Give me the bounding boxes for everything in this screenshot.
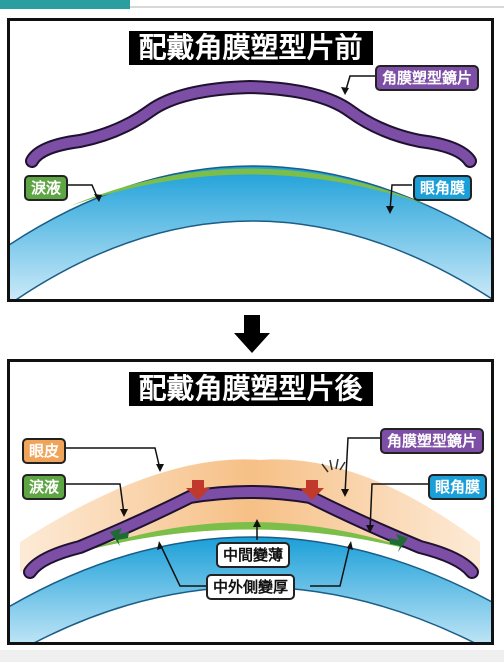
panel-before-title: 配戴角膜塑型片前 (128, 31, 373, 65)
label-tear: 淚液 (24, 175, 69, 201)
leader-lens (344, 75, 375, 94)
label-periphery-thickening: 中外側變厚 (206, 574, 296, 600)
leader-tear (67, 184, 99, 200)
label-lens: 角膜塑型鏡片 (375, 65, 480, 91)
panel-before: 配戴角膜塑型片前 角膜塑型鏡片 淚液 眼角膜 (7, 18, 494, 302)
panel-after-title: 配戴角膜塑型片後 (128, 372, 373, 406)
label-center-thinning: 中間變薄 (216, 542, 291, 568)
down-arrow-icon (234, 315, 270, 353)
label-lens-after: 角膜塑型鏡片 (380, 428, 485, 454)
label-cornea-after: 眼角膜 (428, 474, 488, 500)
footer-bar (0, 650, 504, 662)
accent-bar (0, 0, 130, 9)
label-tear-after: 淚液 (22, 474, 67, 500)
top-divider (130, 6, 504, 8)
label-cornea: 眼角膜 (413, 175, 473, 201)
lens-shape (25, 79, 477, 168)
panel-after: 配戴角膜塑型片後 眼皮 淚液 角膜塑型鏡片 眼角膜 中間變薄 中外側變厚 (7, 359, 494, 645)
leader-eyelid (57, 447, 161, 470)
label-eyelid: 眼皮 (22, 438, 67, 464)
